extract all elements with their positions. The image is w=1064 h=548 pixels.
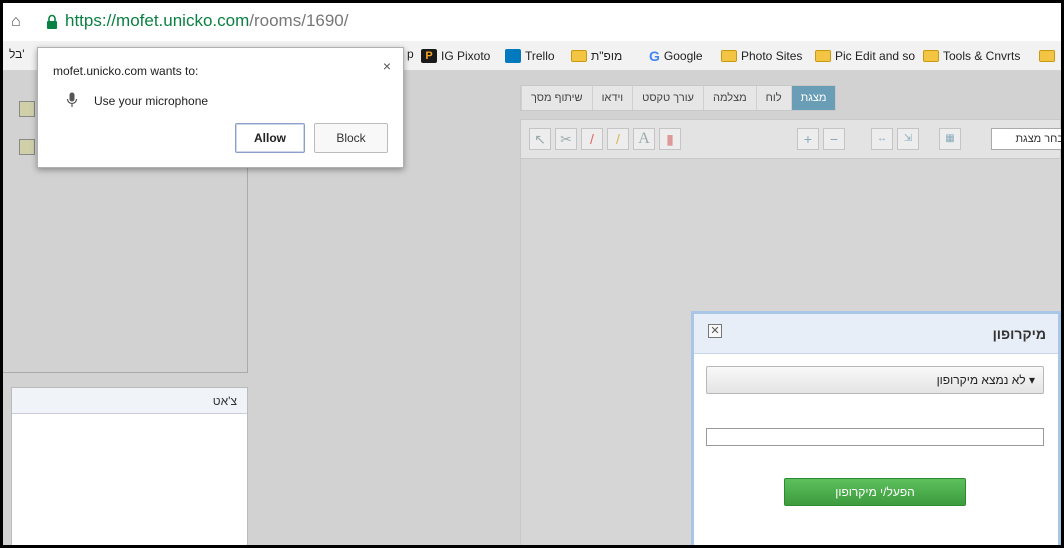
permission-message: mofet.unicko.com wants to:	[53, 64, 199, 78]
close-icon[interactable]: ✕	[708, 324, 722, 338]
tab-video[interactable]: וידאו	[591, 86, 633, 110]
text-icon[interactable]: A	[633, 128, 655, 150]
bookmark-tools[interactable]: Tools & Cnvrts	[923, 47, 1020, 65]
whiteboard-toolbar: ↖ ✂ / / A ▮ + − ↔ ⇲ ▦ בחר מצגת	[520, 119, 1061, 159]
fit-width-icon[interactable]: ↔	[871, 128, 893, 150]
folder-icon	[571, 50, 587, 62]
microphone-dialog-title: מיקרופון	[992, 326, 1046, 342]
bookmark-label: Tools & Cnvrts	[943, 49, 1021, 63]
select-presentation[interactable]: בחר מצגת	[991, 128, 1061, 150]
address-bar: ⌂ https://mofet.unicko.com/rooms/1690/	[3, 3, 1061, 41]
folder-icon	[721, 50, 737, 62]
bookmark-label: Pic Edit and so	[835, 49, 916, 63]
folder-icon	[815, 50, 831, 62]
eraser-icon[interactable]: ▮	[659, 128, 681, 150]
url-host: mofet.unicko.com	[116, 11, 250, 30]
microphone-select[interactable]: ▾ לא נמצא מיקרופון	[706, 366, 1044, 394]
bookmark-label: מופ"ת	[591, 49, 623, 63]
bookmark-label: Photo Sites	[741, 49, 803, 63]
microphone-icon	[66, 92, 78, 107]
tab-screen-share[interactable]: שיתוף מסך	[521, 86, 592, 110]
tab-text-editor[interactable]: עורך טקסט	[632, 86, 703, 110]
view-tabs: מצגת לוח מצלמה עורך טקסט וידאו שיתוף מסך	[520, 85, 837, 111]
microphone-level-bar	[706, 428, 1044, 446]
bookmark-label: Trello	[525, 49, 555, 63]
highlighter-icon[interactable]: /	[607, 128, 629, 150]
bookmark-google[interactable]: G Google	[649, 47, 703, 65]
browser-window: ⌂ https://mofet.unicko.com/rooms/1690/ ב…	[0, 0, 1064, 548]
edit-icon[interactable]	[19, 139, 35, 155]
folder-icon	[923, 50, 939, 62]
scissors-icon[interactable]: ✂	[555, 128, 577, 150]
bookmark-photo-sites[interactable]: Photo Sites	[721, 47, 802, 65]
chat-title: צ'אט	[12, 388, 247, 414]
pen-icon[interactable]: /	[581, 128, 603, 150]
fit-screen-icon[interactable]: ⇲	[897, 128, 919, 150]
permission-popup: mofet.unicko.com wants to: × Use your mi…	[37, 47, 404, 168]
tab-camera[interactable]: מצלמה	[702, 86, 756, 110]
microphone-dialog-header: ✕ מיקרופון	[694, 314, 1058, 354]
bookmark-ig-pixoto[interactable]: P IG Pixoto	[421, 47, 490, 65]
bookmark-overflow[interactable]	[1039, 47, 1059, 65]
google-icon: G	[649, 48, 660, 64]
bookmark-trello[interactable]: Trello	[505, 47, 555, 65]
trello-icon	[505, 49, 521, 63]
zoom-out-icon[interactable]: −	[823, 128, 845, 150]
url-field[interactable]: https://mofet.unicko.com/rooms/1690/	[65, 11, 349, 31]
edit-icon[interactable]	[19, 101, 35, 117]
chat-panel: צ'אט	[11, 387, 248, 545]
bookmark-label: IG Pixoto	[441, 49, 491, 63]
pixoto-icon: P	[421, 49, 437, 63]
allow-button[interactable]: Allow	[235, 123, 305, 153]
bookmark-label: Google	[663, 49, 703, 63]
enable-microphone-button[interactable]: הפעל/י מיקרופון	[784, 478, 966, 506]
home-icon[interactable]: ⌂	[11, 13, 29, 31]
microphone-dialog: ✕ מיקרופון ▾ לא נמצא מיקרופון הפעל/י מיק…	[691, 311, 1061, 545]
permission-request: Use your microphone	[94, 94, 209, 108]
block-button[interactable]: Block	[314, 123, 388, 153]
zoom-in-icon[interactable]: +	[797, 128, 819, 150]
bookmark-cut-p[interactable]: p	[407, 47, 414, 61]
bookmark-pic-edit[interactable]: Pic Edit and so	[815, 47, 915, 65]
tab-board[interactable]: לוח	[755, 86, 791, 110]
image-icon[interactable]: ▦	[939, 128, 961, 150]
folder-icon	[1039, 50, 1055, 62]
url-path: /rooms/1690/	[249, 11, 349, 30]
pointer-icon[interactable]: ↖	[529, 128, 551, 150]
url-scheme: https://	[65, 11, 117, 30]
bookmark-mofet[interactable]: מופ"ת	[571, 47, 622, 65]
tab-presentation[interactable]: מצגת	[790, 86, 836, 110]
bookmark-cut-left[interactable]: בל'	[9, 47, 25, 61]
lock-icon	[47, 14, 57, 29]
close-icon[interactable]: ×	[383, 58, 391, 74]
